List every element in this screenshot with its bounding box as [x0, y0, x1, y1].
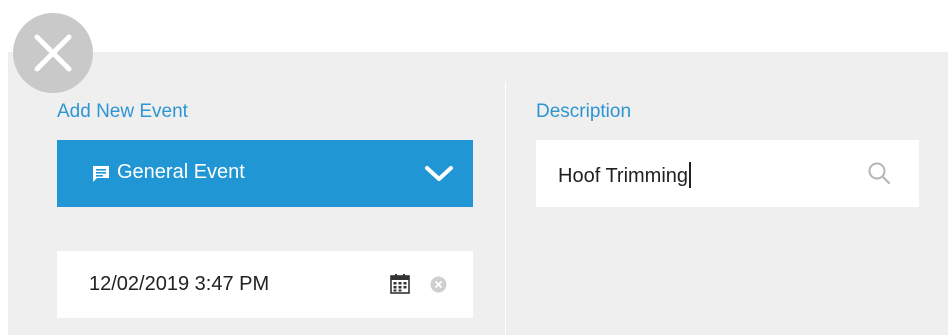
- event-datetime-value[interactable]: 12/02/2019 3:47 PM: [89, 273, 269, 296]
- close-x-icon: [34, 34, 72, 72]
- description-input[interactable]: Hoof Trimming: [536, 140, 919, 207]
- column-divider: [505, 82, 506, 335]
- event-type-select[interactable]: General Event: [57, 140, 473, 207]
- calendar-icon[interactable]: [389, 273, 411, 295]
- close-button[interactable]: [13, 13, 93, 93]
- description-value[interactable]: Hoof Trimming: [558, 162, 691, 188]
- event-type-value: General Event: [117, 161, 245, 183]
- clear-circle-icon[interactable]: [430, 276, 447, 293]
- search-icon[interactable]: [866, 160, 892, 186]
- comment-icon: [93, 166, 109, 182]
- add-new-event-label: Add New Event: [57, 101, 188, 122]
- event-datetime-input[interactable]: 12/02/2019 3:47 PM: [57, 251, 473, 318]
- text-caret: [689, 162, 691, 188]
- description-label: Description: [536, 101, 632, 122]
- chevron-down-icon[interactable]: [423, 161, 455, 185]
